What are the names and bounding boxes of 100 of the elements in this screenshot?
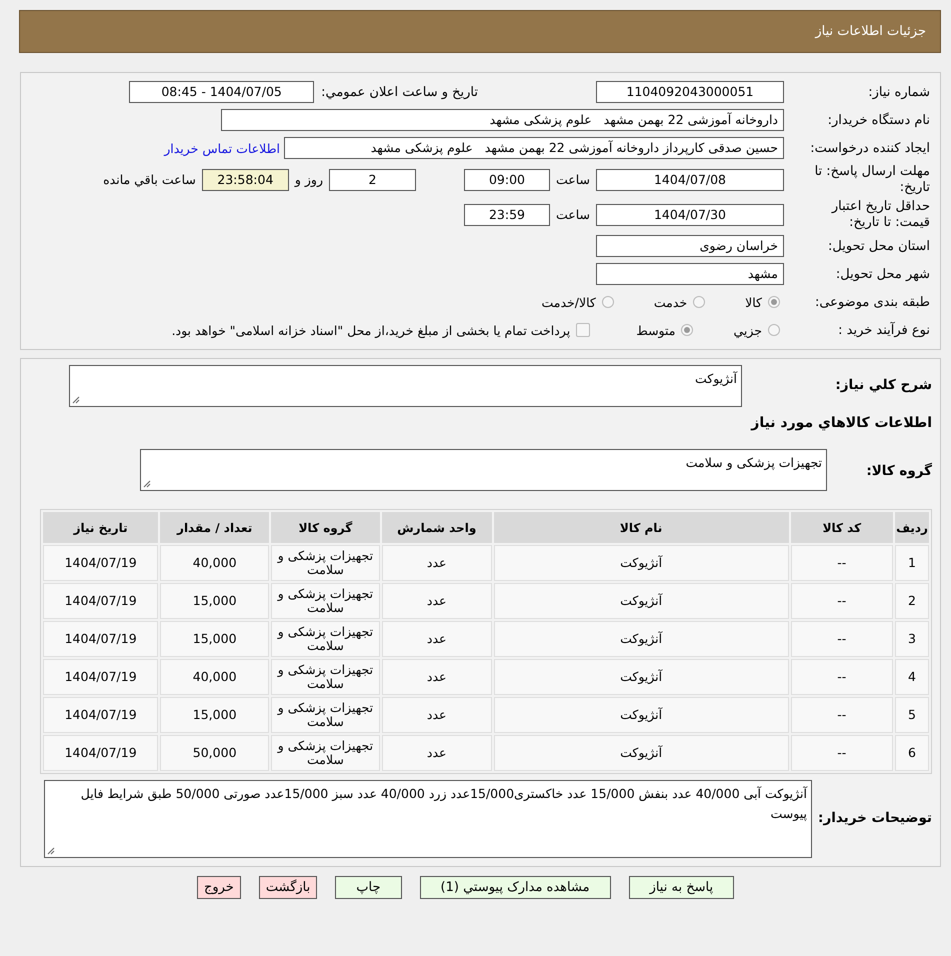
table-cell: عدد: [382, 659, 492, 695]
action-button[interactable]: چاپ: [335, 876, 402, 899]
column-header: نام کالا: [494, 512, 789, 543]
table-cell: --: [790, 697, 894, 733]
table-cell: 1404/07/19: [43, 583, 158, 619]
field-label: شرح کلي نیاز:: [834, 376, 932, 393]
date-field: 1404/07/30: [596, 204, 784, 226]
table-cell: 15,000: [160, 583, 270, 619]
buyer-field: داروخانه آموزشی 22 بهمن مشهد علوم پزشکی مشهد: [221, 109, 784, 131]
resize-grip-icon: [47, 847, 55, 855]
column-header: کد کالا: [790, 512, 894, 543]
field-label: طبقه بندی موضوعی:: [814, 294, 931, 310]
radio-label: متوسط: [636, 322, 676, 338]
field-label: نوع فرآیند خرید :: [837, 322, 931, 338]
column-header: گروه کالا: [271, 512, 380, 543]
city-field: مشهد: [596, 263, 784, 285]
field-label: گروه کالا:: [865, 462, 932, 479]
table-cell: 1404/07/19: [43, 735, 158, 771]
table-cell: تجهیزات پزشکی و سلامت: [271, 735, 380, 771]
table-cell: تجهیزات پزشکی و سلامت: [271, 621, 380, 657]
table-cell: 15,000: [160, 621, 270, 657]
goods-group-field: تجهیزات پزشکی و سلامت: [140, 449, 827, 491]
table-cell: 1404/07/19: [43, 659, 158, 695]
radio-button[interactable]: [768, 324, 780, 336]
days-field: 2: [328, 168, 416, 190]
column-header: تاریخ نیاز: [43, 512, 158, 543]
action-button[interactable]: مشاهده مدارک پیوستي (1): [420, 876, 611, 899]
remaining-label: ساعت باقي مانده: [103, 172, 196, 187]
buyer-contact-link[interactable]: اطلاعات تماس خریدار: [164, 140, 280, 156]
field-label: نام دستگاه خریدار:: [826, 112, 931, 128]
resize-grip-icon: [143, 480, 151, 488]
table-cell: عدد: [382, 621, 492, 657]
table-cell: تجهیزات پزشکی و سلامت: [271, 545, 380, 581]
remaining-time-field: 23:58:04: [202, 168, 289, 190]
table-cell: 5: [895, 697, 929, 733]
table-cell: آنژیوکت: [494, 735, 789, 771]
table-cell: 1404/07/19: [43, 545, 158, 581]
column-header: ردیف: [895, 512, 929, 543]
table-cell: --: [790, 545, 894, 581]
table-cell: آنژیوکت: [494, 697, 789, 733]
table-cell: 40,000: [160, 545, 270, 581]
table-cell: عدد: [382, 697, 492, 733]
table-cell: 50,000: [160, 735, 270, 771]
table-cell: آنژیوکت: [494, 545, 789, 581]
table-cell: 2: [895, 583, 929, 619]
page-title: جزئیات اطلاعات نیاز: [815, 24, 926, 39]
table-cell: 15,000: [160, 697, 270, 733]
field-label: مهلت ارسال پاسخ: تا تاریخ:: [814, 164, 931, 196]
table-cell: آنژیوکت: [494, 659, 789, 695]
field-label: شماره نیاز:: [867, 84, 931, 100]
radio-button[interactable]: [681, 324, 694, 336]
table-cell: 4: [895, 659, 929, 695]
table-cell: آنژیوکت: [494, 583, 789, 619]
action-button[interactable]: خروج: [196, 876, 241, 899]
table-cell: --: [790, 735, 894, 771]
action-button[interactable]: بازگشت: [258, 876, 318, 899]
table-cell: تجهیزات پزشکی و سلامت: [271, 697, 380, 733]
column-header: واحد شمارش: [382, 512, 492, 543]
table-cell: 1404/07/19: [43, 621, 158, 657]
time-field: 09:00: [464, 168, 550, 190]
table-cell: 1: [895, 545, 929, 581]
section-heading: اطلاعات کالاهاي مورد نیاز: [750, 415, 932, 431]
days-label: روز و: [294, 172, 323, 187]
table-cell: عدد: [382, 735, 492, 771]
province-field: خراسان رضوی: [596, 235, 784, 257]
table-cell: 3: [895, 621, 929, 657]
table-cell: 40,000: [160, 659, 270, 695]
need-number-field: 1104092043000051: [596, 81, 784, 103]
radio-button[interactable]: [768, 296, 780, 308]
table-cell: تجهیزات پزشکی و سلامت: [271, 659, 380, 695]
radio-label: خدمت: [654, 294, 688, 310]
checkbox[interactable]: [576, 323, 590, 337]
field-label: ایجاد کننده درخواست:: [809, 140, 931, 156]
table-cell: --: [790, 583, 894, 619]
table-cell: --: [790, 659, 894, 695]
announce-date-field: 1404/07/05 - 08:45: [129, 81, 314, 103]
field-label: شهر محل تحویل:: [834, 266, 931, 282]
column-header: تعداد / مقدار: [160, 512, 270, 543]
time-label: ساعت: [556, 172, 590, 187]
radio-button[interactable]: [602, 296, 614, 308]
table-cell: 6: [895, 735, 929, 771]
field-label: تاریخ و ساعت اعلان عمومي:: [321, 84, 478, 100]
radio-label: کالا/خدمت: [541, 294, 596, 310]
radio-button[interactable]: [693, 296, 706, 308]
checkbox-label: پرداخت تمام یا بخشی از مبلغ خرید،از محل "اسناد خزانه اسلامی" خواهد بود.: [172, 322, 570, 338]
resize-grip-icon: [72, 396, 80, 404]
table-cell: تجهیزات پزشکی و سلامت: [271, 583, 380, 619]
field-label: توضیحات خریدار:: [817, 809, 932, 826]
requester-field: حسین صدقی کارپرداز داروخانه آموزشی 22 بهمن مشهد علوم پزشکی مشهد: [284, 137, 784, 159]
table-cell: آنژیوکت: [494, 621, 789, 657]
radio-label: کالا: [745, 294, 762, 310]
date-field: 1404/07/08: [596, 168, 784, 190]
time-label: ساعت: [556, 207, 590, 222]
summary-field: آنژیوکت: [69, 365, 742, 407]
table-cell: عدد: [382, 583, 492, 619]
action-button[interactable]: پاسخ به نیاز: [628, 876, 734, 899]
radio-label: جزيي: [733, 322, 762, 338]
table-cell: عدد: [382, 545, 492, 581]
time-field: 23:59: [464, 204, 550, 226]
table-cell: --: [790, 621, 894, 657]
